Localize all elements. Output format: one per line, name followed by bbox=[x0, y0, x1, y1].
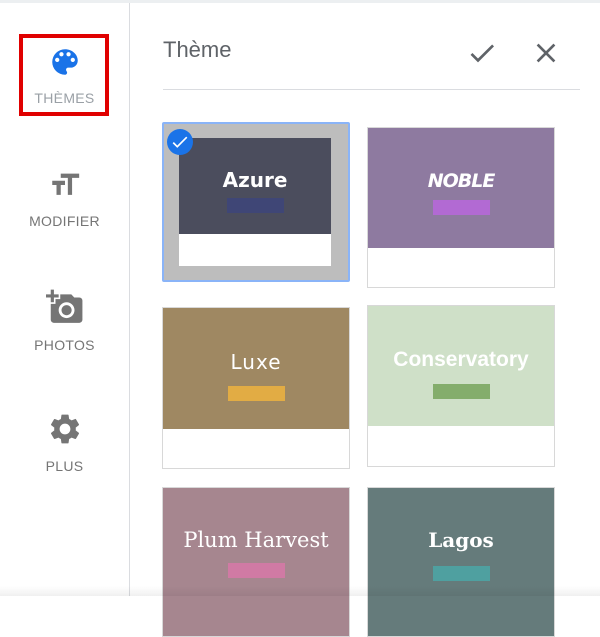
theme-card-frame: Azure bbox=[179, 138, 331, 266]
check-icon bbox=[470, 44, 494, 63]
theme-name: Conservatory bbox=[393, 348, 529, 371]
add-photo-icon bbox=[0, 288, 129, 331]
theme-card-conservatory[interactable]: Conservatory bbox=[367, 305, 555, 467]
close-icon bbox=[536, 43, 556, 63]
sidebar: THÈMES MODIFIER PHOTOS PLUS bbox=[0, 3, 130, 596]
theme-preview: Conservatory bbox=[368, 306, 554, 426]
sidebar-item-label: PLUS bbox=[45, 458, 84, 474]
sidebar-item-plus[interactable]: PLUS bbox=[0, 411, 129, 474]
theme-accent-swatch bbox=[433, 384, 490, 399]
theme-accent-swatch bbox=[228, 386, 285, 401]
panel-title: Thème bbox=[163, 37, 232, 62]
selected-check-icon bbox=[167, 129, 193, 155]
header-divider bbox=[163, 89, 580, 90]
gear-icon bbox=[0, 411, 129, 452]
close-button[interactable] bbox=[530, 37, 562, 69]
theme-name: Azure bbox=[222, 168, 288, 192]
theme-accent-swatch bbox=[228, 563, 285, 578]
sidebar-item-label: PHOTOS bbox=[34, 337, 95, 353]
theme-preview: Luxe bbox=[163, 308, 349, 429]
theme-preview: Plum Harvest bbox=[163, 488, 349, 636]
theme-preview: Lagos bbox=[368, 488, 554, 636]
confirm-button[interactable] bbox=[466, 37, 498, 69]
theme-panel: Thème Azure NOBLE Luxe Conservatory Plum… bbox=[130, 3, 600, 637]
selection-highlight-box bbox=[19, 34, 109, 116]
theme-card-azure[interactable]: Azure bbox=[162, 122, 350, 282]
text-size-icon bbox=[0, 168, 129, 207]
theme-name: Plum Harvest bbox=[183, 528, 329, 552]
theme-card-plum-harvest[interactable]: Plum Harvest bbox=[162, 487, 350, 637]
theme-name: NOBLE bbox=[427, 170, 496, 192]
theme-name: Lagos bbox=[428, 528, 494, 552]
theme-preview: NOBLE bbox=[368, 128, 554, 248]
theme-accent-swatch bbox=[227, 198, 284, 213]
sidebar-item-photos[interactable]: PHOTOS bbox=[0, 288, 129, 353]
sidebar-item-modifier[interactable]: MODIFIER bbox=[0, 168, 129, 229]
theme-accent-swatch bbox=[433, 566, 490, 581]
theme-card-noble[interactable]: NOBLE bbox=[367, 127, 555, 288]
bottom-shadow bbox=[0, 586, 600, 596]
theme-name: Luxe bbox=[230, 350, 282, 374]
theme-card-luxe[interactable]: Luxe bbox=[162, 307, 350, 469]
theme-preview: Azure bbox=[179, 138, 331, 234]
sidebar-item-label: MODIFIER bbox=[29, 213, 100, 229]
theme-card-lagos[interactable]: Lagos bbox=[367, 487, 555, 637]
theme-accent-swatch bbox=[433, 200, 490, 215]
